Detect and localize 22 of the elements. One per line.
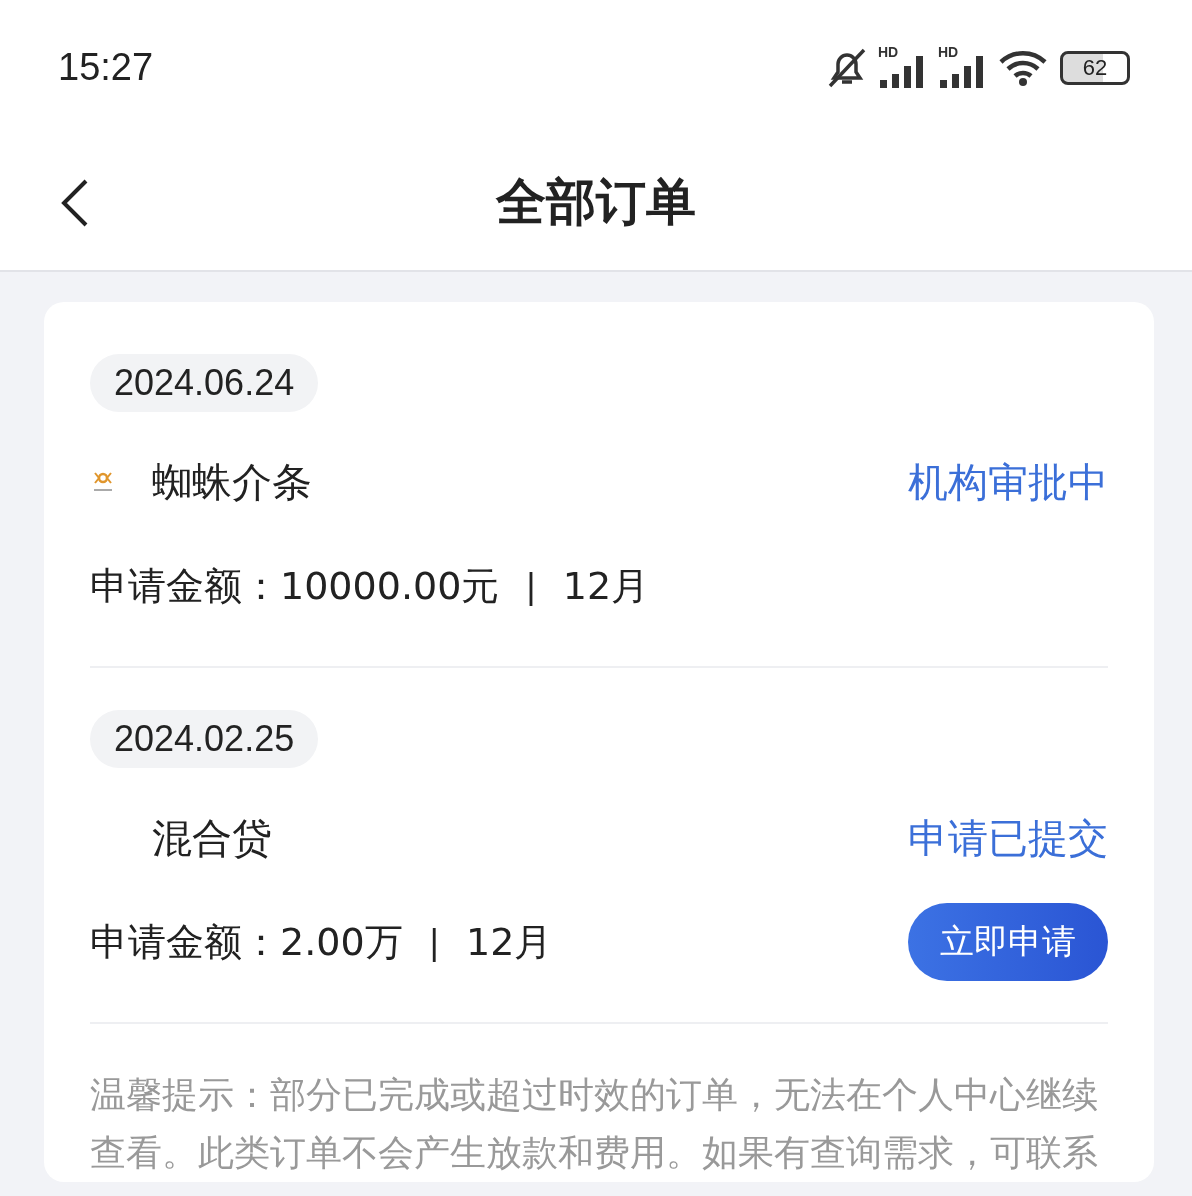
term-text: 12月: [562, 562, 650, 610]
apply-button[interactable]: 立即申请: [908, 903, 1108, 981]
lender-name: 蜘蛛介条: [152, 457, 312, 507]
page-title: 全部订单: [496, 172, 696, 233]
status-time: 15:27: [58, 46, 154, 89]
back-icon[interactable]: [60, 178, 90, 228]
amount-text: 申请金额：2.00万: [90, 918, 403, 966]
amount-text: 申请金额：10000.00元: [90, 562, 500, 610]
hd-label: HD: [938, 43, 959, 60]
separator-text: |: [428, 922, 441, 962]
order-status: 申请已提交: [908, 813, 1108, 863]
lender-name: 混合贷: [152, 813, 272, 863]
order-status: 机构审批中: [908, 457, 1108, 507]
signal-icon: [938, 55, 984, 88]
term-text: 12月: [466, 918, 553, 966]
order-date: 2024.02.25: [90, 710, 319, 768]
separator-text: |: [525, 566, 537, 606]
battery-icon: 62: [1060, 50, 1130, 85]
signal-icon: [878, 55, 924, 88]
hd-label: HD: [878, 43, 899, 60]
order-date: 2024.06.24: [90, 354, 319, 412]
notice-text: 温馨提示：部分已完成或超过时效的订单，无法在个人中心继续查看。此类订单不会产生放款和费用。如果有查询需求，可联系: [90, 1073, 1099, 1175]
